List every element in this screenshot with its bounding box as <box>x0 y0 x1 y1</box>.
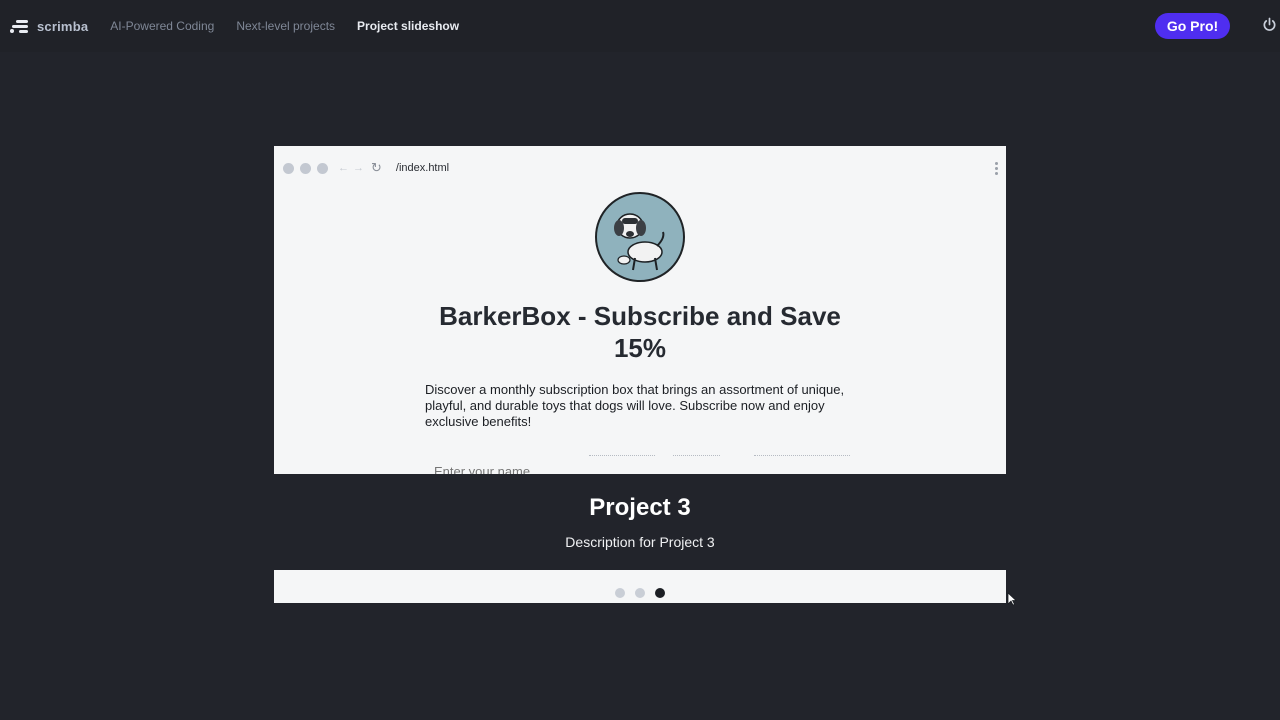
slide-dot-3[interactable] <box>655 588 665 598</box>
site-heading: BarkerBox - Subscribe and Save 15% <box>439 301 841 363</box>
slide-indicators <box>615 588 675 598</box>
reload-icon[interactable]: ↻ <box>371 160 382 176</box>
window-dot-3 <box>317 162 328 174</box>
kebab-menu-icon[interactable] <box>995 162 998 177</box>
slide-description: Description for Project 3 <box>565 534 715 550</box>
site-description: Discover a monthly subscription box that… <box>425 382 845 429</box>
breadcrumb-ai-powered-coding[interactable]: AI-Powered Coding <box>110 19 214 33</box>
slide-caption: Project 3 Description for Project 3 <box>274 474 1006 570</box>
window-dot-1 <box>283 162 294 174</box>
preview-frame: ← → ↻ /index.html BarkerBox - Subscribe … <box>274 146 1006 603</box>
slide-dot-1[interactable] <box>615 588 625 598</box>
browser-toolbar: ← → ↻ /index.html <box>274 146 1006 190</box>
power-icon[interactable] <box>1262 17 1277 32</box>
window-dot-2 <box>300 162 311 174</box>
url-text: /index.html <box>395 162 450 174</box>
back-arrow-icon[interactable]: ← <box>338 162 349 174</box>
slide-title: Project 3 <box>589 494 691 521</box>
logo-text: scrimba <box>37 18 89 34</box>
go-pro-button[interactable]: Go Pro! <box>1155 13 1230 39</box>
top-nav: scrimba AI-Powered Coding Next-level pro… <box>0 0 1280 52</box>
slide-dot-2[interactable] <box>635 588 645 598</box>
breadcrumb-project-slideshow: Project slideshow <box>357 19 460 33</box>
forward-arrow-icon[interactable]: → <box>353 162 364 174</box>
breadcrumb-next-level-projects[interactable]: Next-level projects <box>236 19 335 33</box>
dog-avatar-icon <box>595 192 685 282</box>
mouse-cursor-icon <box>1007 592 1017 606</box>
scrimba-logo[interactable]: scrimba <box>10 18 88 34</box>
scrimba-logo-icon <box>10 18 28 34</box>
